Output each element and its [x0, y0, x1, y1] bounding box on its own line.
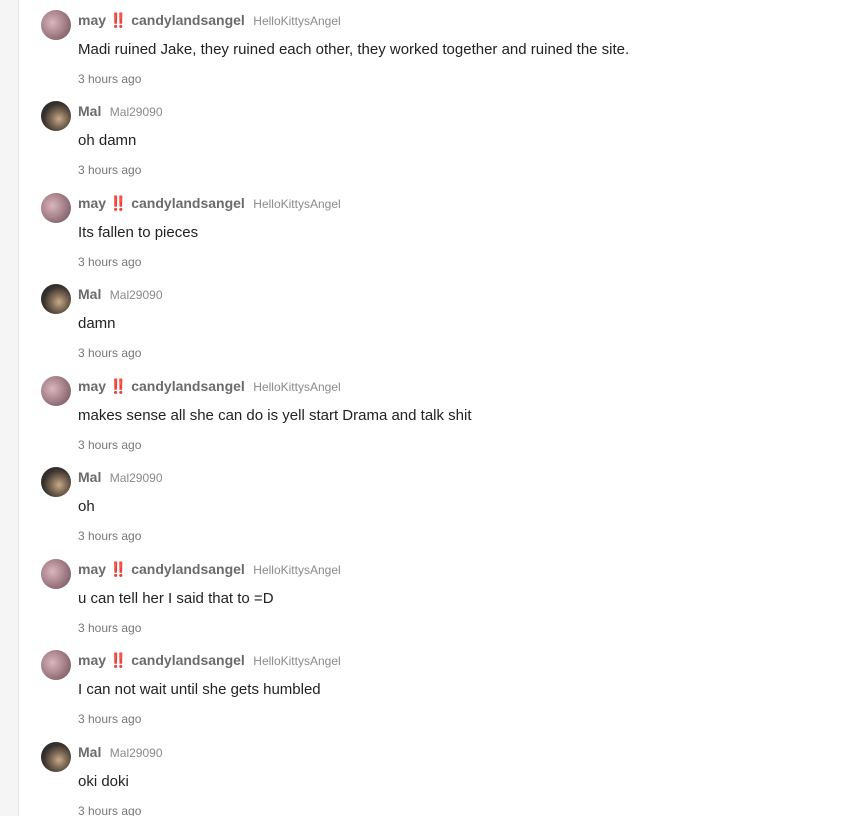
message-timestamp: 3 hours ago: [78, 621, 142, 635]
message-item: may ‼️ candylandsangel HelloKittysAngel …: [41, 183, 831, 274]
message-timestamp: 3 hours ago: [78, 163, 142, 177]
message-timestamp: 3 hours ago: [78, 712, 142, 726]
message-text: oh damn: [78, 132, 137, 149]
author-name[interactable]: may ‼️ candylandsangel: [78, 561, 245, 577]
may-avatar[interactable]: [41, 193, 71, 223]
message-item: Mal Mal29090 oh 3 hours ago: [41, 457, 831, 548]
author-handle[interactable]: HelloKittysAngel: [253, 197, 340, 211]
message-timestamp: 3 hours ago: [78, 438, 142, 452]
author-name[interactable]: Mal: [78, 103, 101, 119]
message-text: oki doki: [78, 773, 129, 790]
author-name[interactable]: may ‼️ candylandsangel: [78, 195, 245, 211]
author-name[interactable]: Mal: [78, 286, 101, 302]
message-author: Mal Mal29090: [78, 744, 163, 762]
message-author: Mal Mal29090: [78, 286, 163, 304]
message-author: Mal Mal29090: [78, 469, 163, 487]
message-timestamp: 3 hours ago: [78, 346, 142, 360]
author-handle[interactable]: Mal29090: [110, 288, 163, 302]
message-item: may ‼️ candylandsangel HelloKittysAngel …: [41, 640, 831, 731]
may-avatar[interactable]: [41, 10, 71, 40]
author-handle[interactable]: Mal29090: [110, 746, 163, 760]
message-timestamp: 3 hours ago: [78, 255, 142, 269]
message-author: may ‼️ candylandsangel HelloKittysAngel: [78, 378, 341, 396]
author-name[interactable]: Mal: [78, 744, 101, 760]
may-avatar[interactable]: [41, 650, 71, 680]
message-feed[interactable]: may ‼️ candylandsangel HelloKittysAngel …: [18, 0, 850, 816]
message-item: may ‼️ candylandsangel HelloKittysAngel …: [41, 366, 831, 457]
message-item: Mal Mal29090 damn 3 hours ago: [41, 274, 831, 365]
message-timestamp: 3 hours ago: [78, 804, 142, 816]
message-item: may ‼️ candylandsangel HelloKittysAngel …: [41, 0, 831, 91]
author-handle[interactable]: HelloKittysAngel: [253, 380, 340, 394]
message-item: Mal Mal29090 oki doki 3 hours ago: [41, 732, 831, 816]
mal-avatar[interactable]: [41, 101, 71, 131]
message-text: oh: [78, 498, 95, 515]
author-handle[interactable]: HelloKittysAngel: [253, 14, 340, 28]
author-handle[interactable]: Mal29090: [110, 105, 163, 119]
mal-avatar[interactable]: [41, 467, 71, 497]
message-item: Mal Mal29090 oh damn 3 hours ago: [41, 91, 831, 182]
mal-avatar[interactable]: [41, 742, 71, 772]
message-text: I can not wait until she gets humbled: [78, 681, 321, 698]
message-item: may ‼️ candylandsangel HelloKittysAngel …: [41, 549, 831, 640]
message-timestamp: 3 hours ago: [78, 72, 142, 86]
author-name[interactable]: may ‼️ candylandsangel: [78, 12, 245, 28]
message-timestamp: 3 hours ago: [78, 529, 142, 543]
message-text: damn: [78, 315, 116, 332]
may-avatar[interactable]: [41, 559, 71, 589]
author-name[interactable]: may ‼️ candylandsangel: [78, 378, 245, 394]
message-text: Its fallen to pieces: [78, 224, 199, 241]
mal-avatar[interactable]: [41, 284, 71, 314]
message-text: u can tell her I said that to =D: [78, 590, 274, 607]
message-text: makes sense all she can do is yell start…: [78, 407, 472, 424]
message-author: may ‼️ candylandsangel HelloKittysAngel: [78, 12, 341, 30]
author-handle[interactable]: Mal29090: [110, 471, 163, 485]
message-text: Madi ruined Jake, they ruined each other…: [78, 41, 630, 58]
message-author: may ‼️ candylandsangel HelloKittysAngel: [78, 561, 341, 579]
author-handle[interactable]: HelloKittysAngel: [253, 563, 340, 577]
message-author: may ‼️ candylandsangel HelloKittysAngel: [78, 195, 341, 213]
chat-page: may ‼️ candylandsangel HelloKittysAngel …: [0, 0, 850, 816]
message-author: may ‼️ candylandsangel HelloKittysAngel: [78, 652, 341, 670]
author-name[interactable]: may ‼️ candylandsangel: [78, 652, 245, 668]
message-author: Mal Mal29090: [78, 103, 163, 121]
author-name[interactable]: Mal: [78, 469, 101, 485]
may-avatar[interactable]: [41, 376, 71, 406]
left-gutter: [0, 0, 18, 816]
author-handle[interactable]: HelloKittysAngel: [253, 654, 340, 668]
